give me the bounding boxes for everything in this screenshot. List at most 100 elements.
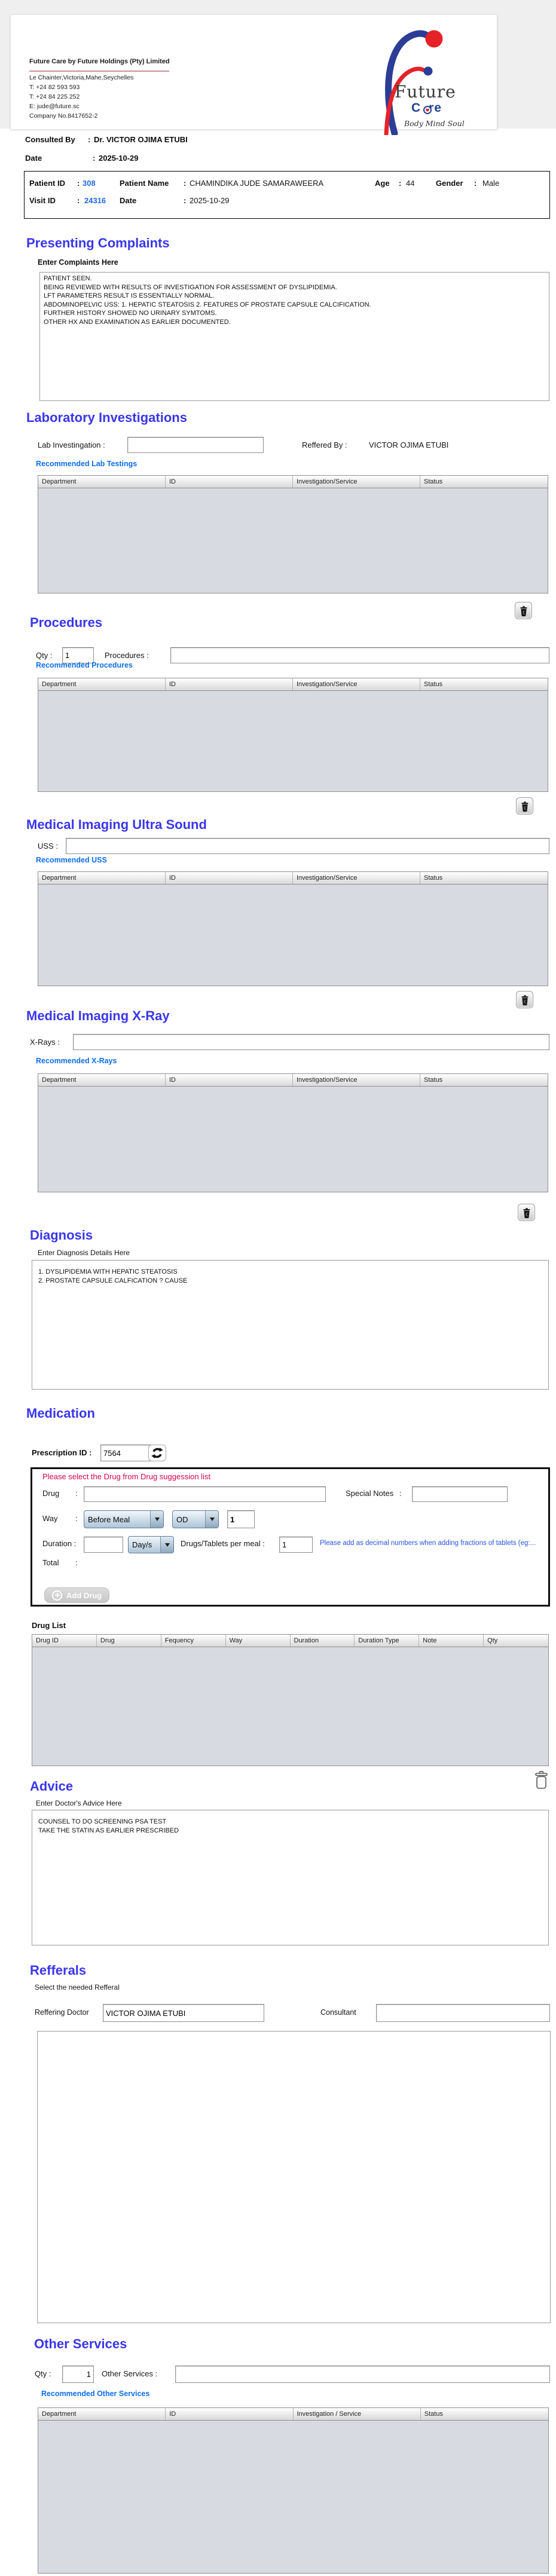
reffering-doctor-input[interactable] (103, 2004, 264, 2022)
complaints-textarea[interactable]: PATIENT SEEN. BEING REVIEWED WITH RESULT… (39, 272, 549, 401)
recommended-lab-testings-link[interactable]: Recommended Lab Testings (36, 460, 137, 468)
section-title-refferals: Refferals (30, 1963, 87, 1978)
add-drug-button[interactable]: Add Drug (44, 1587, 110, 1603)
xray-label: X-Rays : (30, 1038, 60, 1047)
procedures-col-service: Investigation/Service (293, 678, 420, 690)
procedures-table-header: Department ID Investigation/Service Stat… (38, 678, 548, 691)
visit-id-value: 24316 (84, 196, 106, 205)
patient-gender-value: Male (482, 179, 500, 188)
xray-col-department: Department (38, 1074, 166, 1086)
special-notes-colon: : (399, 1489, 402, 1498)
patient-age-colon: : (399, 179, 402, 188)
company-number: Company No.8417652-2 (29, 112, 98, 120)
medication-entry-box: Please select the Drug from Drug suggess… (30, 1467, 550, 1607)
recommended-xrays-link[interactable]: Recommended X-Rays (36, 1057, 117, 1065)
recommended-procedures-link[interactable]: Recommended Procedures (36, 661, 133, 669)
refferals-sublabel: Select the needed Refferal (35, 1983, 120, 1991)
other-col-status: Status (424, 2410, 443, 2418)
company-email: E: jude@future.sc (29, 103, 80, 110)
other-services-input[interactable] (175, 2366, 550, 2383)
diagnosis-textarea[interactable]: 1. DYSLIPIDEMIA WITH HEPATIC STEATOSIS 2… (32, 1260, 549, 1390)
duration-unit-select[interactable]: Day/s (128, 1536, 174, 1553)
chevron-down-icon (160, 1537, 173, 1553)
way-qty-input[interactable] (227, 1510, 255, 1528)
per-meal-input[interactable] (279, 1537, 313, 1553)
plus-circle-icon (52, 1590, 62, 1601)
patient-name-value: CHAMINDIKA JUDE SAMARAWEERA (190, 179, 324, 188)
other-qty-label: Qty : (35, 2369, 51, 2378)
procedures-col-id: ID (166, 678, 293, 690)
patient-id-value: 308 (83, 179, 96, 188)
drug-col-qty: Qty (487, 1637, 498, 1644)
total-label: Total (42, 1558, 59, 1567)
xray-input[interactable] (73, 1034, 549, 1050)
section-title-medication: Medication (26, 1406, 95, 1421)
drug-col-duration: Duration (291, 1635, 355, 1647)
drug-list-delete-button[interactable] (533, 1770, 549, 1790)
patient-id-label: Patient ID (29, 179, 65, 188)
procedures-qty-label: Qty : (36, 651, 53, 660)
recommended-uss-link[interactable]: Recommended USS (36, 856, 107, 864)
total-colon: : (75, 1558, 78, 1567)
drug-col-frequency: Fequency (161, 1635, 226, 1647)
lab-col-service: Investigation/Service (293, 476, 420, 488)
procedures-delete-button[interactable] (516, 797, 533, 815)
way-frequency-select[interactable]: OD (172, 1510, 219, 1528)
procedures-table: Department ID Investigation/Service Stat… (38, 678, 548, 792)
lab-reffered-by-label: Reffered By : (302, 440, 347, 449)
procedures-input[interactable] (170, 647, 549, 663)
other-qty-input[interactable] (62, 2366, 94, 2383)
refferals-list-box[interactable] (37, 2031, 551, 2323)
section-title-advice: Advice (30, 1779, 74, 1794)
visit-date-value: 2025-10-29 (190, 196, 230, 205)
recommended-other-services-link[interactable]: Recommended Other Services (41, 2390, 149, 2398)
patient-name-colon: : (184, 179, 187, 188)
advice-label: Enter Doctor's Advice Here (36, 1799, 122, 1807)
logo-future-text: Future (395, 82, 456, 102)
prescription-id-input[interactable] (100, 1445, 153, 1461)
drug-label: Drug (42, 1489, 60, 1498)
procedures-col-status: Status (424, 681, 443, 688)
letterhead: Future Care by Future Holdings (Pty) Lim… (10, 14, 497, 135)
uss-delete-button[interactable] (516, 991, 533, 1008)
add-drug-label: Add Drug (66, 1590, 102, 1600)
xray-table: Department ID Investigation/Service Stat… (38, 1073, 548, 1192)
advice-textarea[interactable]: COUNSEL TO DO SCREENING PSA TEST TAKE TH… (32, 1810, 549, 1945)
patient-age-label: Age (375, 179, 390, 188)
uss-table: Department ID Investigation/Service Stat… (38, 871, 548, 986)
duration-input[interactable] (84, 1537, 123, 1553)
lab-investigation-input[interactable] (127, 437, 264, 453)
consultant-input[interactable] (376, 2004, 550, 2022)
trash-icon (520, 605, 527, 616)
trash-outline-icon (535, 1771, 548, 1789)
xray-delete-button[interactable] (518, 1204, 535, 1221)
section-title-xray: Medical Imaging X-Ray (26, 1008, 170, 1023)
lab-delete-button[interactable] (515, 602, 532, 619)
way-meal-selected-value: Before Meal (88, 1515, 130, 1524)
other-services-label: Other Services : (102, 2369, 158, 2378)
xray-col-id: ID (166, 1074, 293, 1086)
company-phone-1: T: +24 82 593 593 (29, 84, 80, 91)
consultant-label: Consultant (320, 2008, 356, 2017)
trash-icon (523, 1207, 530, 1218)
lab-reffered-by-value: VICTOR OJIMA ETUBI (369, 440, 449, 449)
uss-col-id: ID (166, 872, 293, 884)
prescription-refresh-button[interactable] (148, 1445, 166, 1461)
uss-input[interactable] (66, 838, 549, 854)
way-colon: : (75, 1514, 78, 1523)
patient-id-colon: : (77, 179, 80, 188)
duration-unit-selected-value: Day/s (132, 1540, 152, 1549)
drug-col-note: Note (419, 1635, 484, 1647)
chevron-down-icon (150, 1511, 163, 1528)
company-address: Le Chainter,Victoria,Mahe,Seychelles (29, 74, 134, 81)
uss-col-department: Department (38, 872, 166, 884)
section-title-other-services: Other Services (34, 2336, 127, 2351)
uss-col-status: Status (424, 874, 443, 882)
way-meal-select[interactable]: Before Meal (84, 1510, 164, 1528)
special-notes-input[interactable] (412, 1486, 508, 1502)
drug-input[interactable] (84, 1486, 326, 1502)
procedures-label: Procedures : (105, 651, 149, 660)
way-frequency-selected-value: OD (176, 1515, 188, 1524)
drug-list-header: Drug ID Drug Fequency Way Duration Durat… (32, 1635, 548, 1647)
consulted-by-colon: : (88, 135, 91, 144)
